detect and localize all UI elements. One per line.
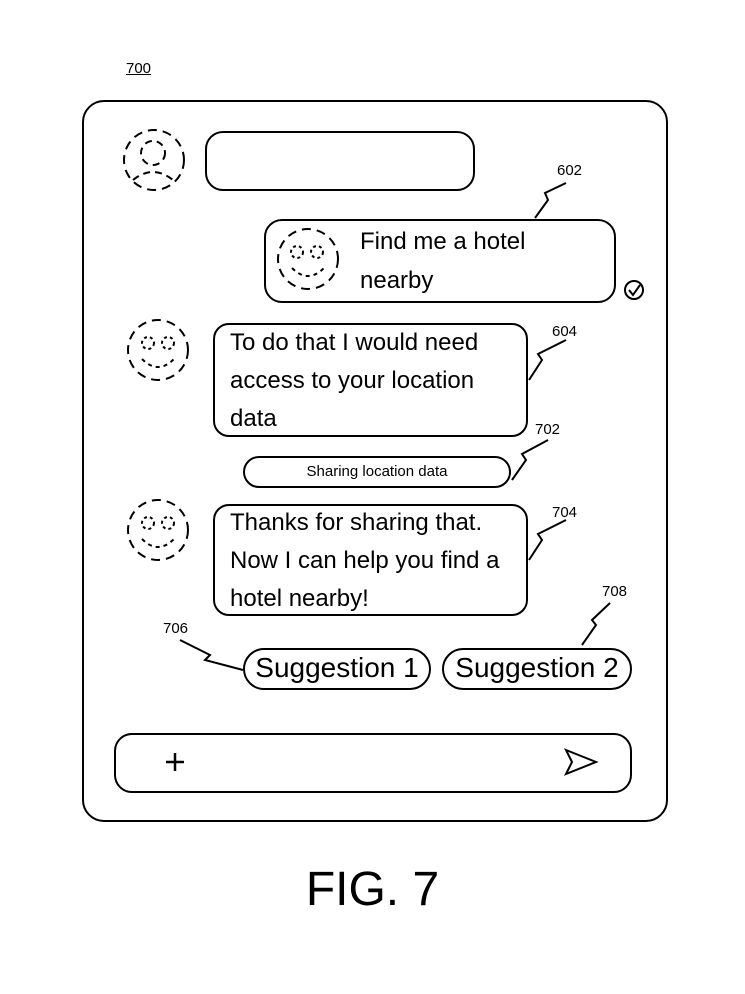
ref-702: 702: [535, 421, 560, 438]
ref-602: 602: [557, 162, 582, 179]
figure-caption: FIG. 7: [0, 862, 745, 917]
figure-reference-700: 700: [126, 60, 151, 77]
bot-reply-1-line-2: access to your location: [230, 362, 474, 400]
bot-reply-1-line-3: data: [230, 400, 277, 438]
bot-reply-1-line-1: To do that I would need: [230, 324, 478, 362]
suggestion-chip-1[interactable]: Suggestion 1: [243, 648, 431, 690]
suggestion-chip-2[interactable]: Suggestion 2: [442, 648, 632, 690]
ref-708: 708: [602, 583, 627, 600]
location-sharing-notice: Sharing location data: [243, 456, 511, 488]
ref-704: 704: [552, 504, 577, 521]
contact-name-field: [205, 131, 475, 191]
ref-706: 706: [163, 620, 188, 637]
message-composer[interactable]: [114, 733, 632, 793]
bot-reply-2-line-1: Thanks for sharing that.: [230, 504, 482, 542]
bot-reply-2-line-2: Now I can help you find a: [230, 542, 500, 580]
user-message-line-2: nearby: [360, 262, 433, 300]
user-message-line-1: Find me a hotel: [360, 223, 525, 261]
ref-604: 604: [552, 323, 577, 340]
bot-reply-2-line-3: hotel nearby!: [230, 580, 369, 618]
